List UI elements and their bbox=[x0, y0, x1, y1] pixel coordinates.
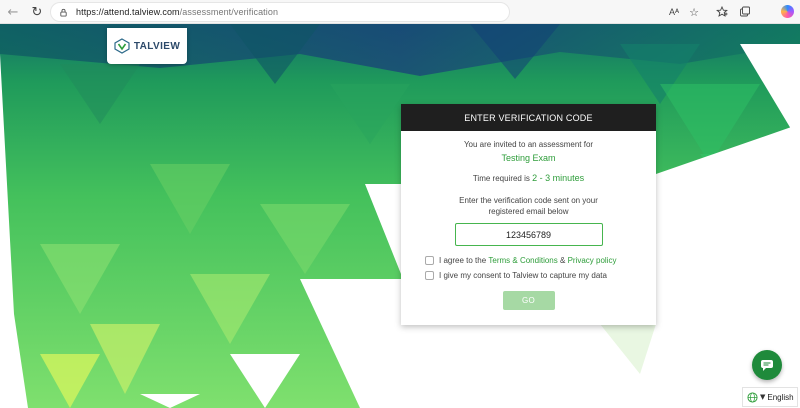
geometric-background bbox=[0, 24, 800, 408]
consent-checkbox[interactable] bbox=[425, 271, 434, 280]
instruction-line-1: Enter the verification code sent on your bbox=[459, 196, 598, 205]
verification-card: ENTER VERIFICATION CODE You are invited … bbox=[401, 104, 656, 325]
terms-checkbox-row: I agree to the Terms & Conditions & Priv… bbox=[425, 256, 656, 265]
code-instruction: Enter the verification code sent on your… bbox=[401, 195, 656, 217]
url-text: https://attend.talview.com/assessment/ve… bbox=[76, 7, 278, 17]
read-aloud-icon[interactable]: Aᴬ bbox=[666, 4, 682, 20]
amp-text: & bbox=[559, 256, 566, 265]
consent-checkbox-row: I give my consent to Talview to capture … bbox=[425, 271, 656, 280]
back-arrow-icon[interactable]: ← bbox=[4, 3, 22, 21]
invite-text: You are invited to an assessment for bbox=[463, 140, 594, 149]
globe-icon bbox=[747, 391, 758, 403]
consent-text: I give my consent to Talview to capture … bbox=[439, 271, 607, 280]
language-label: English bbox=[767, 392, 794, 402]
language-selector[interactable]: ▼ English bbox=[742, 387, 798, 407]
chat-button[interactable] bbox=[752, 350, 782, 380]
exam-name: Testing Exam bbox=[501, 153, 556, 163]
time-required: Time required is 2 - 3 minutes bbox=[401, 173, 656, 183]
agree-prefix: I agree to the bbox=[439, 256, 487, 265]
time-prefix: Time required is bbox=[472, 174, 530, 183]
verification-code-input[interactable] bbox=[454, 223, 603, 246]
favorite-star-icon[interactable]: ☆ bbox=[686, 4, 702, 20]
terms-link[interactable]: Terms & Conditions bbox=[488, 256, 557, 265]
reload-icon[interactable]: ↻ bbox=[28, 3, 46, 21]
time-value: 2 - 3 minutes bbox=[532, 173, 585, 183]
card-heading: ENTER VERIFICATION CODE bbox=[401, 104, 656, 131]
talview-logo[interactable]: TALVIEW bbox=[107, 28, 187, 64]
address-bar[interactable]: https://attend.talview.com/assessment/ve… bbox=[50, 2, 510, 22]
favorites-icon[interactable] bbox=[714, 4, 730, 20]
talview-logo-icon bbox=[114, 38, 130, 54]
terms-checkbox[interactable] bbox=[425, 256, 434, 265]
privacy-link[interactable]: Privacy policy bbox=[568, 256, 617, 265]
collections-icon[interactable] bbox=[737, 4, 753, 20]
url-path: /assessment/verification bbox=[179, 7, 279, 17]
assessment-page: TALVIEW ENTER VERIFICATION CODE You are … bbox=[0, 24, 800, 408]
logo-text: TALVIEW bbox=[133, 40, 181, 52]
url-host: https://attend.talview.com bbox=[76, 7, 180, 17]
lock-icon[interactable] bbox=[59, 8, 68, 17]
copilot-icon[interactable] bbox=[781, 5, 794, 18]
chevron-down-icon: ▼ bbox=[760, 393, 766, 401]
go-button[interactable]: GO bbox=[502, 291, 555, 310]
instruction-line-2: registered email below bbox=[488, 207, 569, 216]
browser-toolbar: ← ↻ https://attend.talview.com/assessmen… bbox=[0, 0, 800, 24]
chat-icon bbox=[761, 360, 773, 371]
